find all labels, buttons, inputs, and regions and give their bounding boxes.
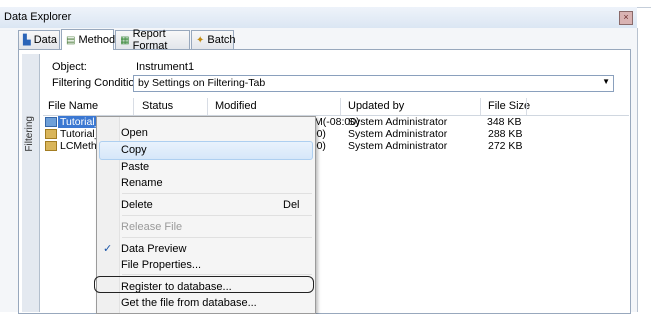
menu-item-paste[interactable]: Paste — [121, 161, 149, 173]
column-divider[interactable] — [340, 98, 341, 115]
tab-method-label: Method — [78, 34, 116, 46]
menu-item-copy[interactable]: Copy — [121, 144, 147, 156]
method-icon: ▤ — [66, 34, 76, 46]
checkmark-icon: ✓ — [103, 243, 113, 255]
column-divider[interactable] — [133, 98, 134, 115]
menu-item-delete[interactable]: Delete — [121, 199, 153, 211]
tab-data[interactable]: ▙ Data — [18, 30, 60, 49]
object-label: Object: — [52, 61, 87, 73]
method-file-icon — [45, 141, 57, 151]
report-icon: ▦ — [120, 34, 130, 46]
object-value: Instrument1 — [136, 61, 195, 73]
menu-item-file-properties[interactable]: File Properties... — [121, 259, 201, 271]
window-title: Data Explorer — [4, 11, 72, 23]
column-divider[interactable] — [526, 98, 527, 115]
tab-report-format[interactable]: ▦ Report Format — [115, 28, 190, 52]
file-size: 348 KB — [487, 116, 522, 128]
col-status[interactable]: Status — [142, 100, 173, 112]
col-modified[interactable]: Modified — [215, 100, 257, 112]
title-bar: Data Explorer × — [0, 7, 637, 29]
chart-icon: ▙ — [23, 34, 31, 46]
filtering-sidebar-tab[interactable]: Filtering — [22, 54, 40, 312]
chevron-down-icon: ▼ — [602, 77, 610, 86]
col-updated-by[interactable]: Updated by — [348, 100, 404, 112]
menu-separator — [122, 274, 312, 275]
delete-shortcut: Del — [283, 199, 300, 211]
tab-data-label: Data — [33, 34, 57, 46]
menu-item-rename[interactable]: Rename — [121, 177, 163, 189]
menu-separator — [122, 215, 312, 216]
highlight-callout — [94, 276, 314, 293]
menu-item-release-file: Release File — [121, 221, 183, 233]
tab-method[interactable]: ▤ Method — [61, 29, 116, 50]
file-updated-by: System Administrator — [348, 116, 448, 128]
batch-icon: ✦ — [196, 34, 205, 46]
menu-separator — [122, 193, 312, 194]
method-file-icon — [45, 129, 57, 139]
column-divider[interactable] — [207, 98, 208, 115]
table-header: File Name Status Modified Updated by Fil… — [43, 98, 629, 116]
menu-separator — [122, 237, 312, 238]
file-size: 272 KB — [488, 140, 523, 152]
column-divider[interactable] — [480, 98, 481, 115]
data-explorer-window: Data Explorer × ▙ Data ▤ Method ▦ Report… — [0, 0, 651, 314]
file-updated-by: System Administrator — [348, 140, 448, 152]
filtering-condition-label: Filtering Condition: — [52, 77, 144, 89]
close-icon[interactable]: × — [619, 11, 633, 25]
file-updated-by: System Administrator — [348, 128, 448, 140]
filtering-condition-value: by Settings on Filtering-Tab — [138, 77, 266, 89]
col-file-name[interactable]: File Name — [48, 100, 98, 112]
tab-batch[interactable]: ✦ Batch — [191, 30, 236, 49]
col-file-size[interactable]: File Size — [488, 100, 530, 112]
menu-item-get-file-from-database[interactable]: Get the file from database... — [121, 297, 257, 309]
menu-item-data-preview[interactable]: Data Preview — [121, 243, 186, 255]
file-size: 288 KB — [488, 128, 523, 140]
menu-item-open[interactable]: Open — [121, 127, 148, 139]
sidebar-label: Filtering — [24, 116, 35, 152]
method-file-icon — [45, 117, 57, 127]
filtering-condition-select[interactable]: by Settings on Filtering-Tab ▼ — [133, 75, 614, 92]
tab-batch-label: Batch — [207, 34, 236, 46]
